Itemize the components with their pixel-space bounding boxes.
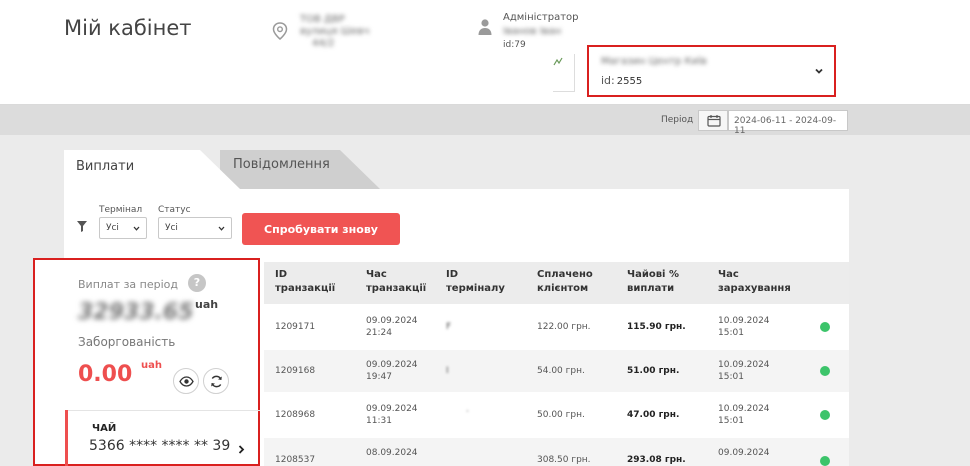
- transaction-time: 09.09.2024 11:31: [366, 404, 418, 426]
- debt-label: Заборгованість: [78, 335, 176, 349]
- credited-time: 09.09.2024: [718, 448, 770, 458]
- table-row[interactable]: 1209171 09.09.2024 21:24 F 122.00 грн. 1…: [264, 306, 849, 348]
- column-header: Час транзакції: [366, 269, 427, 294]
- paid-amount: 54.00 грн.: [537, 366, 585, 376]
- tab-messages[interactable]: Повідомлення: [233, 157, 330, 172]
- store-name: Магазин Центр Київ: [601, 56, 707, 67]
- chevron-right-icon[interactable]: [238, 445, 245, 454]
- chevron-down-icon: [815, 68, 823, 74]
- broken-image-icon: [553, 54, 575, 92]
- calendar-button[interactable]: [698, 110, 728, 131]
- calendar-icon: [707, 115, 721, 127]
- terminal-filter-label: Термінал: [99, 205, 143, 215]
- retry-button[interactable]: Спробувати знову: [242, 213, 400, 245]
- period-bar: Період 2024-06-11 - 2024-09-11: [0, 105, 970, 136]
- store-address: ТОВ ДВР вулиця Шевч 44/2: [300, 14, 369, 50]
- debt-value: 0.00: [78, 362, 133, 387]
- credited-time: 10.09.2024 15:01: [718, 360, 770, 382]
- column-header: Сплачено клієнтом: [537, 269, 593, 294]
- location-pin-icon: [272, 22, 288, 40]
- admin-id: id:79: [503, 40, 526, 50]
- status-indicator: [820, 410, 830, 420]
- help-icon[interactable]: ?: [188, 274, 206, 292]
- store-id: 2555: [616, 76, 643, 87]
- address-line: ТОВ ДВР: [300, 14, 345, 25]
- terminal-filter-select[interactable]: Усі: [99, 217, 147, 239]
- terminal-id: I: [446, 366, 449, 376]
- tip-amount: 115.90 грн.: [627, 322, 686, 332]
- period-label: Період: [661, 115, 694, 125]
- status-indicator: [820, 456, 830, 466]
- column-header: ID транзакції: [275, 269, 336, 294]
- status-filter-select[interactable]: Усі: [158, 217, 232, 239]
- admin-role: Адміністратор: [503, 12, 579, 23]
- column-header: Чайові % виплати: [627, 269, 679, 294]
- tip-amount: 51.00 грн.: [627, 366, 680, 376]
- tab-payouts[interactable]: Виплати: [76, 159, 134, 174]
- terminal-filter-value: Усі: [106, 223, 119, 233]
- filter-icon: [77, 221, 87, 232]
- transaction-id: 1209168: [275, 366, 316, 376]
- debt-currency: uah: [141, 360, 162, 371]
- status-filter-label: Статус: [158, 205, 191, 215]
- paid-amount: 50.00 грн.: [537, 410, 585, 420]
- user-icon: [478, 19, 492, 35]
- payouts-period-label: Виплат за період: [78, 278, 178, 291]
- payouts-period-value: 32933.65: [78, 300, 194, 325]
- transaction-id: 1208537: [275, 455, 316, 465]
- summary-card: Виплат за період ? 32933.65 uah Заборгов…: [33, 258, 260, 466]
- table-row[interactable]: 1209168 09.09.2024 19:47 I 54.00 грн. 51…: [264, 350, 849, 392]
- status-indicator: [820, 322, 830, 332]
- column-header: Час зарахування: [718, 269, 791, 294]
- credited-time: 10.09.2024 15:01: [718, 316, 770, 338]
- transaction-time: 09.09.2024 19:47: [366, 360, 418, 382]
- transaction-time: 09.09.2024 21:24: [366, 316, 418, 338]
- transaction-time: 08.09.2024: [366, 448, 418, 458]
- address-line: вулиця Шевч: [300, 26, 370, 37]
- card-accent: [65, 410, 68, 466]
- eye-icon: [179, 376, 194, 387]
- table-row[interactable]: 1208537 08.09.2024 308.50 грн. 293.08 гр…: [264, 438, 849, 466]
- tip-amount: 47.00 грн.: [627, 410, 680, 420]
- credited-time: 10.09.2024 15:01: [718, 404, 770, 426]
- terminal-id: ·: [466, 407, 469, 417]
- payouts-currency: uah: [195, 298, 219, 311]
- chevron-down-icon: [133, 226, 140, 231]
- tip-amount: 293.08 грн.: [627, 455, 686, 465]
- chevron-down-icon: [218, 226, 225, 231]
- divider: [65, 410, 260, 411]
- table-row[interactable]: 1208968 09.09.2024 11:31 · 50.00 грн. 47…: [264, 394, 849, 436]
- store-id-row: id: 2555: [601, 74, 642, 87]
- transaction-id: 1208968: [275, 410, 316, 420]
- sync-icon: [211, 375, 222, 388]
- period-input[interactable]: 2024-06-11 - 2024-09-11: [728, 110, 848, 136]
- column-header: ID терміналу: [446, 269, 505, 294]
- page-title: Мій кабінет: [64, 16, 192, 40]
- paid-amount: 308.50 грн.: [537, 455, 591, 465]
- terminal-id: F: [446, 322, 452, 332]
- store-select[interactable]: Магазин Центр Київ id: 2555: [587, 45, 836, 97]
- table-header: ID транзакції Час транзакції ID термінал…: [264, 262, 849, 304]
- store-id-label: id:: [601, 74, 615, 87]
- status-indicator: [820, 366, 830, 376]
- card-name: ЧАЙ: [92, 423, 117, 434]
- paid-amount: 122.00 грн.: [537, 322, 591, 332]
- status-filter-value: Усі: [165, 223, 178, 233]
- admin-name: Іванов Іван: [503, 26, 562, 37]
- transaction-id: 1209171: [275, 322, 316, 332]
- header: Мій кабінет ТОВ ДВР вулиця Шевч 44/2 Адм…: [0, 0, 970, 105]
- show-balance-button[interactable]: [173, 368, 199, 394]
- address-line: 44/2: [312, 38, 335, 49]
- card-number[interactable]: 5366 **** **** ** 39: [89, 438, 230, 454]
- refresh-button[interactable]: [203, 368, 229, 394]
